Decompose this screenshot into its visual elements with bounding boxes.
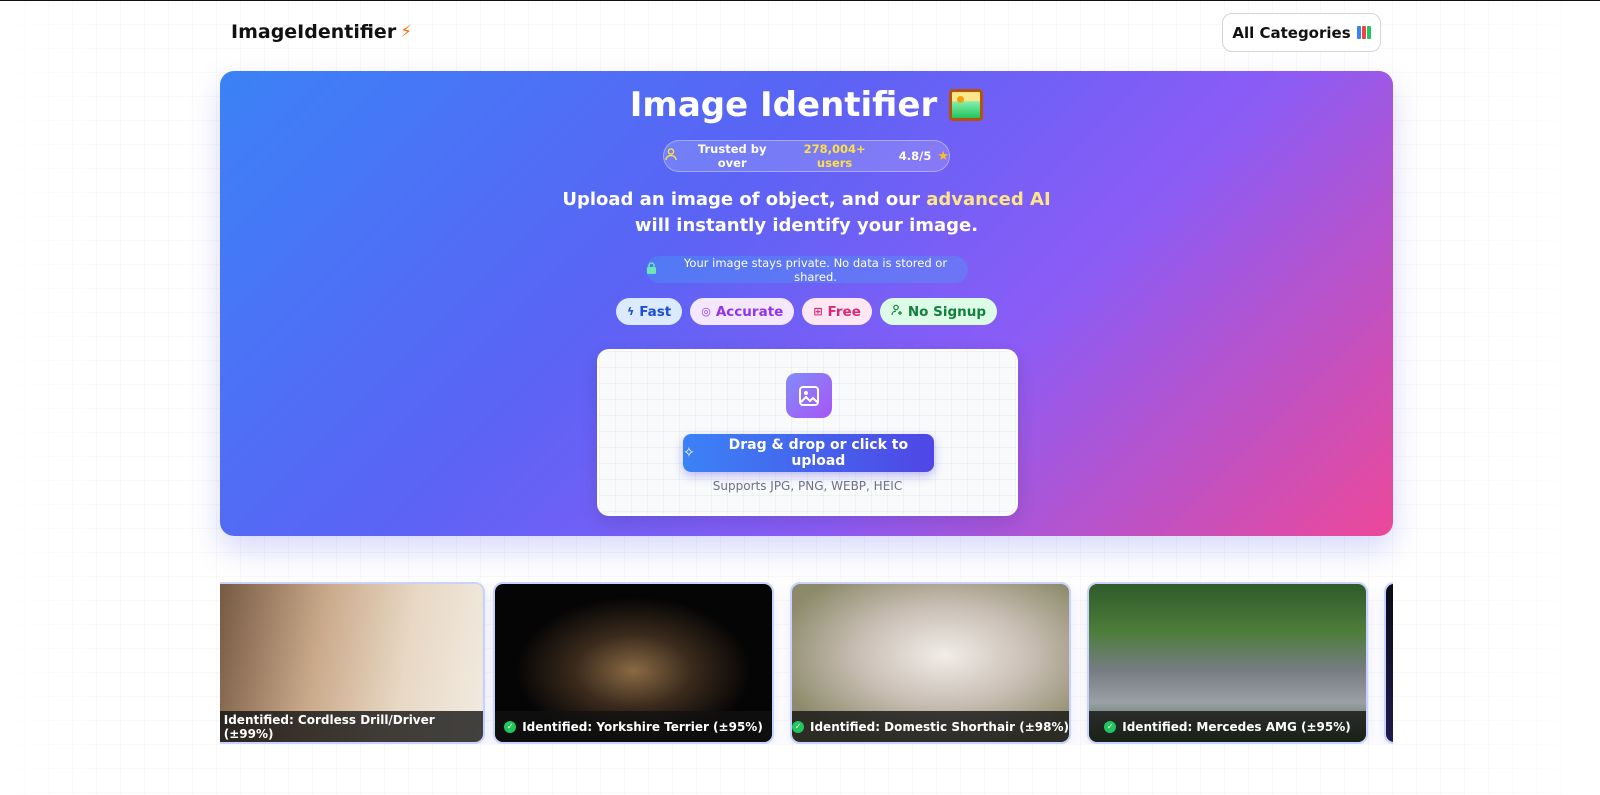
- gallery-card-cat[interactable]: ✓ Identified: Domestic Shorthair (±98%): [790, 582, 1071, 744]
- caption-text: Identified: Cordless Drill/Driver (±99%): [223, 712, 435, 741]
- card-caption: ✓ Identified: Cordless Drill/Driver (±99…: [220, 711, 483, 742]
- card-caption: ✓ Identified: Domestic Shorthair (±98%): [792, 711, 1069, 742]
- trust-prefix: Trusted by over: [697, 142, 767, 170]
- framed-picture-icon: [949, 89, 984, 121]
- caption-text: Identified: Mercedes AMG (±95%): [1122, 719, 1351, 734]
- bolt-icon: ϟ: [626, 305, 635, 318]
- user-plus-icon: [891, 304, 903, 319]
- feature-chips: ϟ Fast ◎ Accurate ⊞ Free No Signup: [220, 298, 1393, 325]
- site-logo[interactable]: ImageIdentifier ⚡: [231, 21, 412, 43]
- all-categories-button[interactable]: All Categories: [1222, 13, 1381, 52]
- chip-label: Free: [827, 303, 861, 320]
- trust-count: 278,004+ users: [803, 142, 866, 170]
- check-icon: ✓: [504, 720, 517, 733]
- upload-button-label: Drag & drop or click to upload: [728, 437, 909, 469]
- hero-title: Image Identifier: [220, 85, 1393, 125]
- chip-label: No Signup: [907, 303, 987, 320]
- privacy-text: Your image stays private. No data is sto…: [683, 255, 948, 284]
- card-caption: ✓ Identified: Mercedes AMG (±95%): [1089, 711, 1366, 742]
- lock-icon: [646, 262, 657, 277]
- caption-text: Identified: Domestic Shorthair (±98%): [810, 719, 1069, 734]
- sparkle-icon: ✧: [683, 445, 695, 461]
- gallery-card-terrier[interactable]: ✓ Identified: Yorkshire Terrier (±95%): [493, 582, 774, 744]
- logo-text: ImageIdentifier: [231, 21, 397, 43]
- subtitle-part2: will instantly identify your image.: [634, 215, 979, 236]
- chip-accurate: ◎ Accurate: [690, 298, 795, 325]
- chip-label: Fast: [639, 303, 672, 320]
- check-icon: ✓: [792, 720, 804, 733]
- gift-icon: ⊞: [813, 305, 823, 318]
- upload-button[interactable]: ✧ Drag & drop or click to upload: [683, 434, 934, 472]
- trust-badge: Trusted by over 278,004+ users 4.8/5 ★: [663, 140, 950, 172]
- caption-text: Identified: Yorkshire Terrier (±95%): [522, 719, 763, 734]
- bolt-icon: ⚡: [400, 22, 413, 42]
- partial-photo: [1386, 584, 1393, 742]
- supported-formats: Supports JPG, PNG, WEBP, HEIC: [712, 479, 903, 493]
- subtitle-highlight: advanced AI: [926, 189, 1051, 210]
- gallery-card-drill[interactable]: ✓ Identified: Cordless Drill/Driver (±99…: [220, 582, 485, 744]
- star-icon: ★: [937, 148, 949, 164]
- privacy-badge: Your image stays private. No data is sto…: [646, 255, 968, 284]
- rating-value: 4.8/5: [898, 149, 932, 163]
- target-icon: ◎: [701, 305, 711, 318]
- gallery-card-partial[interactable]: [1384, 582, 1393, 744]
- chip-fast: ϟ Fast: [615, 298, 683, 325]
- card-caption: ✓ Identified: Yorkshire Terrier (±95%): [495, 711, 772, 742]
- chip-label: Accurate: [715, 303, 784, 320]
- upload-dropzone[interactable]: ✧ Drag & drop or click to upload Support…: [597, 349, 1018, 516]
- subtitle-part1: Upload an image of object, and our: [562, 189, 920, 210]
- image-icon: [786, 373, 832, 418]
- chip-no-signup: No Signup: [879, 298, 998, 325]
- example-gallery: ✓ Identified: Cordless Drill/Driver (±99…: [220, 582, 1393, 744]
- all-categories-label: All Categories: [1232, 23, 1351, 42]
- check-icon: ✓: [1104, 720, 1117, 733]
- books-icon: [1356, 26, 1371, 39]
- hero-subtitle: Upload an image of object, and our advan…: [220, 187, 1393, 239]
- hero-section: Image Identifier Trusted by over 278,004…: [220, 71, 1393, 536]
- chip-free: ⊞ Free: [802, 298, 872, 325]
- user-icon: [664, 147, 678, 165]
- gallery-card-car[interactable]: ✓ Identified: Mercedes AMG (±95%): [1087, 582, 1368, 744]
- top-header: ImageIdentifier ⚡ All Categories: [0, 1, 1600, 65]
- hero-title-text: Image Identifier: [629, 85, 938, 125]
